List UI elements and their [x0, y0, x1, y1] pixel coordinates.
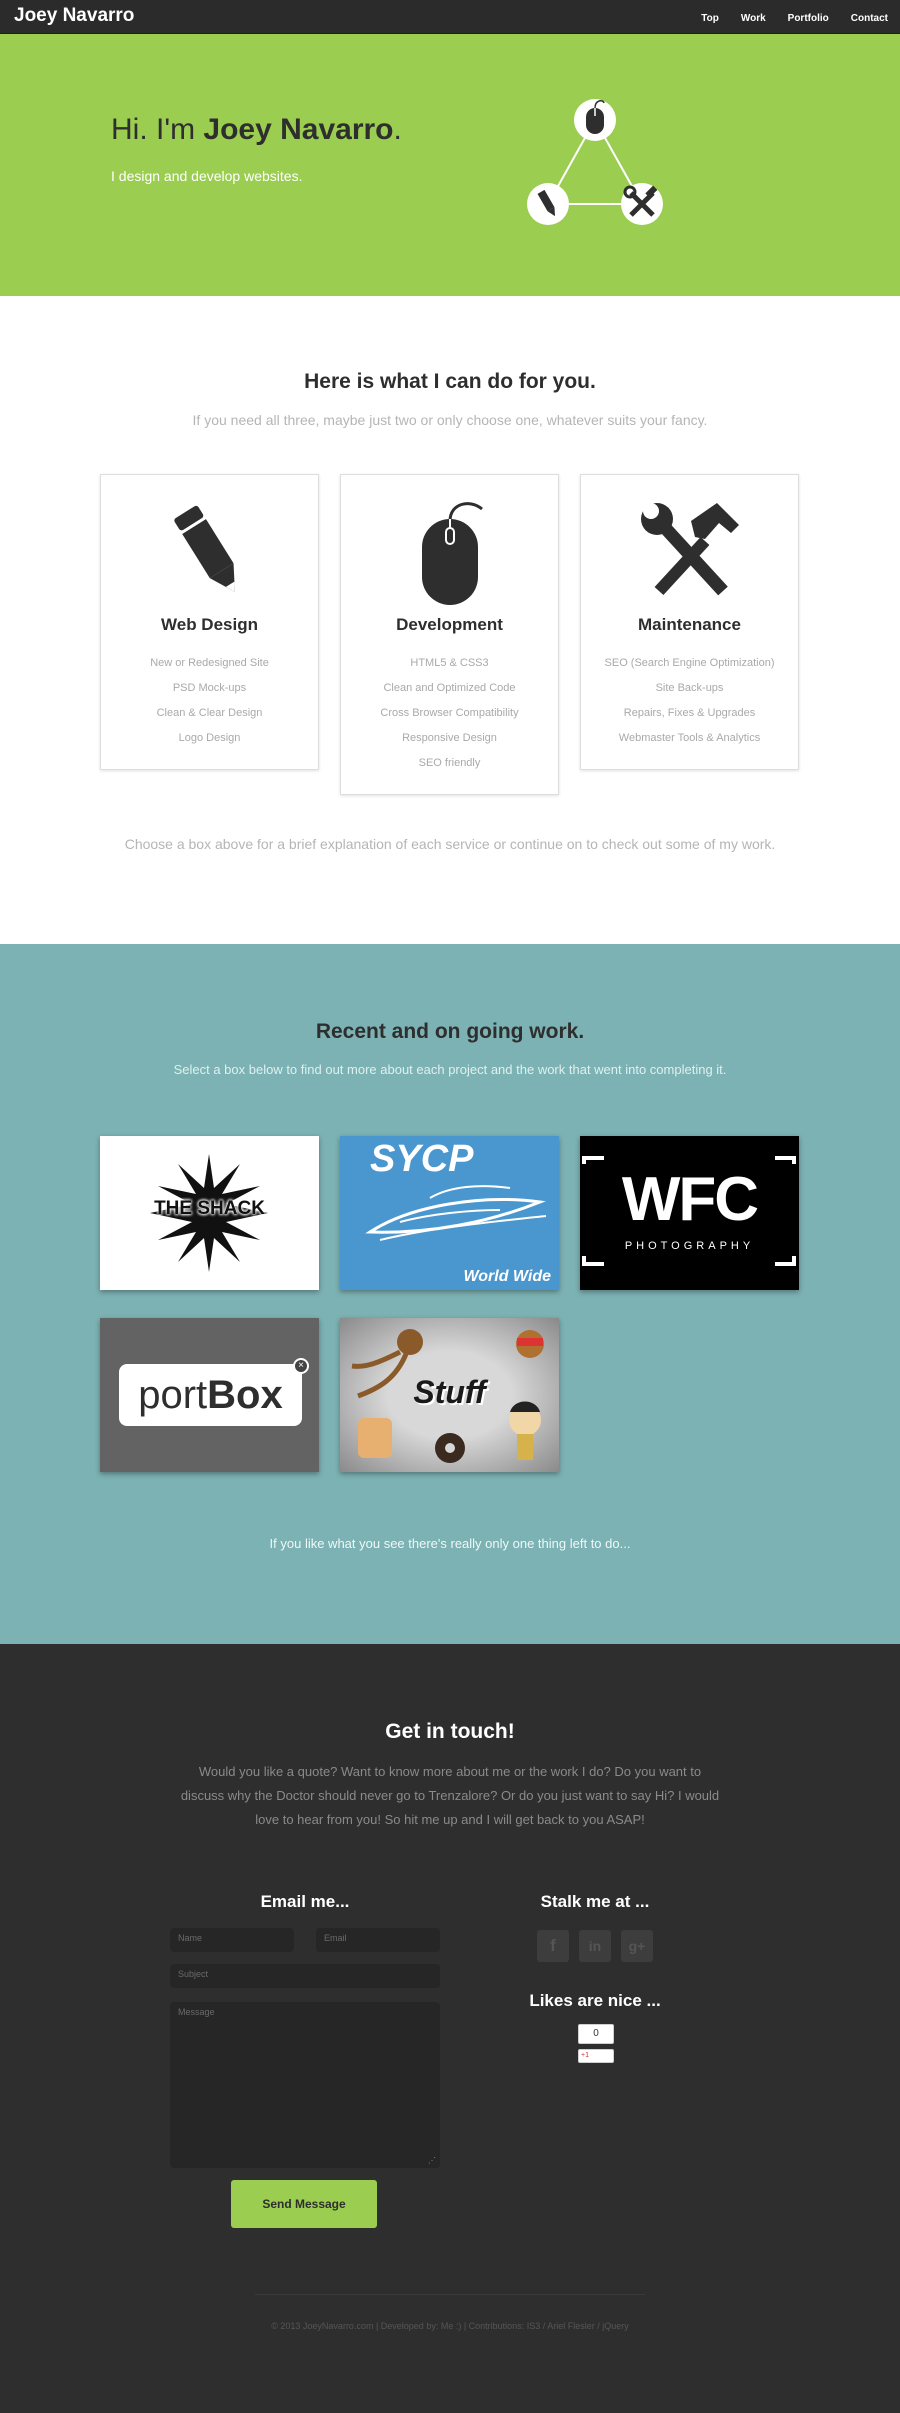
service-list: HTML5 & CSS3 Clean and Optimized Code Cr… — [341, 651, 558, 794]
portbox-logo: portBox — [119, 1364, 302, 1426]
list-item: Responsive Design — [402, 732, 497, 744]
project-label-light: port — [138, 1373, 208, 1417]
service-card-web-design[interactable]: Web Design New or Redesigned Site PSD Mo… — [100, 474, 319, 770]
nav-link-contact[interactable]: Contact — [851, 13, 888, 24]
hero-subtitle: I design and develop websites. — [111, 168, 303, 184]
name-field[interactable]: Name — [170, 1928, 294, 1952]
services-footnote: Choose a box above for a brief explanati… — [124, 836, 776, 852]
project-label-bold: Box — [207, 1373, 283, 1417]
project-tile-portbox[interactable]: portBox × — [100, 1318, 319, 1472]
project-tile-sycp[interactable]: SYCP World Wide — [340, 1136, 559, 1290]
project-label: WFC — [621, 1165, 759, 1234]
email-field[interactable]: Email — [316, 1928, 440, 1952]
hero-period: . — [393, 113, 402, 146]
linkedin-icon[interactable]: in — [579, 1930, 611, 1962]
mouse-icon — [574, 99, 616, 141]
list-item: Site Back-ups — [655, 682, 724, 694]
list-item: SEO (Search Engine Optimization) — [604, 657, 775, 669]
brand-logo[interactable]: Joey Navarro — [14, 5, 134, 27]
facebook-icon[interactable]: f — [537, 1930, 569, 1962]
project-caption: PHOTOGRAPHY — [624, 1240, 755, 1252]
services-section: Here is what I can do for you. If you ne… — [0, 296, 900, 944]
subject-field[interactable]: Subject — [170, 1964, 440, 1988]
list-item: Clean and Optimized Code — [383, 682, 516, 694]
hero-title: Hi. I'm Joey Navarro. — [111, 113, 402, 147]
hero-name: Joey Navarro — [203, 113, 394, 146]
nav-link-work[interactable]: Work — [741, 13, 766, 24]
list-item: Logo Design — [178, 732, 241, 744]
boat-graphic — [365, 1185, 547, 1241]
service-card-maintenance[interactable]: Maintenance SEO (Search Engine Optimizat… — [580, 474, 799, 770]
project-label: THE SHACK — [154, 1198, 265, 1219]
pencil-icon — [173, 505, 235, 592]
list-item: PSD Mock-ups — [172, 682, 247, 694]
hero-section: Hi. I'm Joey Navarro. I design and devel… — [0, 34, 900, 296]
likes-title: Likes are nice ... — [529, 1991, 661, 2010]
message-placeholder: Message — [178, 2007, 215, 2017]
project-tile-the-shack[interactable]: THE SHACK — [100, 1136, 319, 1290]
like-count: 0 — [578, 2024, 614, 2044]
plus-one-button[interactable]: +1 — [578, 2049, 614, 2063]
nav-link-portfolio[interactable]: Portfolio — [788, 13, 829, 24]
pencil-icon — [527, 183, 569, 225]
services-subtitle: If you need all three, maybe just two or… — [192, 412, 708, 428]
list-item: New or Redesigned Site — [150, 657, 269, 669]
list-item: HTML5 & CSS3 — [410, 657, 489, 669]
hero-greeting: Hi. I'm — [111, 113, 204, 146]
resize-handle-icon[interactable]: ⋰ — [428, 2156, 436, 2165]
work-title: Recent and on going work. — [315, 1020, 585, 1043]
google-plus-icon[interactable]: g+ — [621, 1930, 653, 1962]
contact-section: Get in touch! Would you like a quote? Wa… — [0, 1644, 900, 2413]
message-field[interactable]: Message ⋰ — [170, 2002, 440, 2168]
tools-icon — [640, 503, 739, 596]
copyright: © 2013 JoeyNavarro.com | Developed by: M… — [271, 2321, 629, 2331]
top-navbar: Joey Navarro Top Work Portfolio Contact — [0, 0, 900, 34]
project-caption: World Wide — [463, 1268, 551, 1285]
list-item: Webmaster Tools & Analytics — [618, 732, 761, 744]
mouse-icon — [421, 502, 483, 605]
services-title: Here is what I can do for you. — [304, 370, 596, 393]
services-triangle-diagram — [527, 99, 663, 225]
nav-links: Top Work Portfolio Contact — [679, 13, 888, 24]
work-subtitle: Select a box below to find out more abou… — [173, 1062, 727, 1077]
tools-icon — [621, 183, 663, 225]
list-item: Cross Browser Compatibility — [380, 707, 519, 719]
close-icon: × — [293, 1358, 309, 1374]
project-tile-wfc[interactable]: WFC PHOTOGRAPHY — [580, 1136, 799, 1290]
google-plus-one-widget: 0 +1 — [578, 2024, 614, 2063]
project-tile-stuff[interactable]: Stuff — [340, 1318, 559, 1472]
contact-title: Get in touch! — [385, 1720, 515, 1743]
email-title: Email me... — [260, 1892, 350, 1911]
card-title: Web Design — [161, 615, 258, 634]
list-item: Repairs, Fixes & Upgrades — [623, 707, 756, 719]
service-list: SEO (Search Engine Optimization) Site Ba… — [581, 651, 798, 769]
list-item: Clean & Clear Design — [156, 707, 263, 719]
card-title: Development — [396, 615, 503, 634]
footer-divider — [255, 2294, 645, 2295]
nav-link-top[interactable]: Top — [701, 13, 719, 24]
service-card-development[interactable]: Development HTML5 & CSS3 Clean and Optim… — [340, 474, 559, 795]
project-label: Stuff — [413, 1374, 486, 1410]
card-title: Maintenance — [638, 615, 741, 634]
work-footnote: If you like what you see there's really … — [269, 1536, 631, 1551]
contact-text: Would you like a quote? Want to know mor… — [180, 1764, 720, 1827]
list-item: SEO friendly — [418, 757, 481, 769]
service-list: New or Redesigned Site PSD Mock-ups Clea… — [101, 651, 318, 769]
work-section: Recent and on going work. Select a box b… — [0, 944, 900, 1644]
stalk-title: Stalk me at ... — [540, 1892, 650, 1911]
send-message-button[interactable]: Send Message — [231, 2180, 377, 2228]
